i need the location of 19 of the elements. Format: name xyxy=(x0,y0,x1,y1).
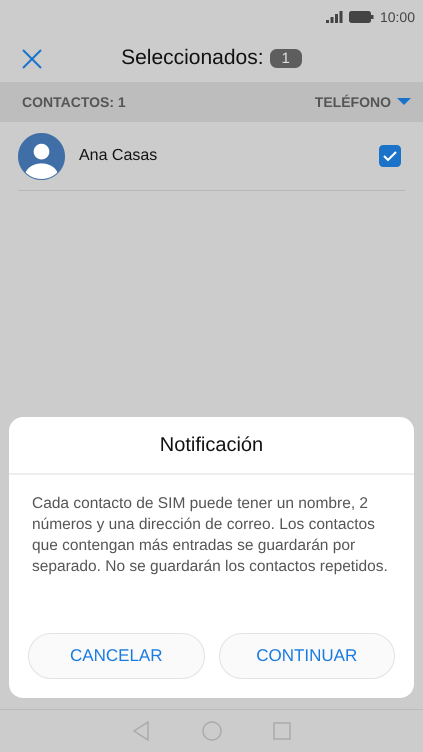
checkbox[interactable] xyxy=(379,145,401,167)
cancel-button[interactable]: CANCELAR xyxy=(28,633,204,679)
screen-title: Seleccionados: xyxy=(121,46,264,70)
sort-dropdown[interactable]: TELÉFONO xyxy=(314,94,391,110)
battery-icon xyxy=(348,11,374,23)
back-icon[interactable] xyxy=(132,721,150,741)
home-icon[interactable] xyxy=(202,721,222,741)
status-time: 10:00 xyxy=(380,9,415,25)
signal-icon xyxy=(326,11,343,23)
contact-name: Ana Casas xyxy=(79,147,158,165)
avatar-icon xyxy=(18,132,65,180)
dialog-message: Cada contacto de SIM puede tener un nombre, 2 números y una dirección de correo. Los contactos que contengan más entradas se guardarán por separado. No se guardarán los contactos repetidos. xyxy=(31,494,389,577)
continue-button[interactable]: CONTINUAR xyxy=(218,633,395,679)
dialog-title: Notificación xyxy=(9,417,414,475)
close-icon[interactable] xyxy=(20,47,44,71)
caret-icon[interactable] xyxy=(397,98,411,106)
contacts-count: CONTACTOS: 1 xyxy=(22,94,126,110)
count-badge: 1 xyxy=(270,48,302,68)
recents-icon[interactable] xyxy=(273,722,292,740)
